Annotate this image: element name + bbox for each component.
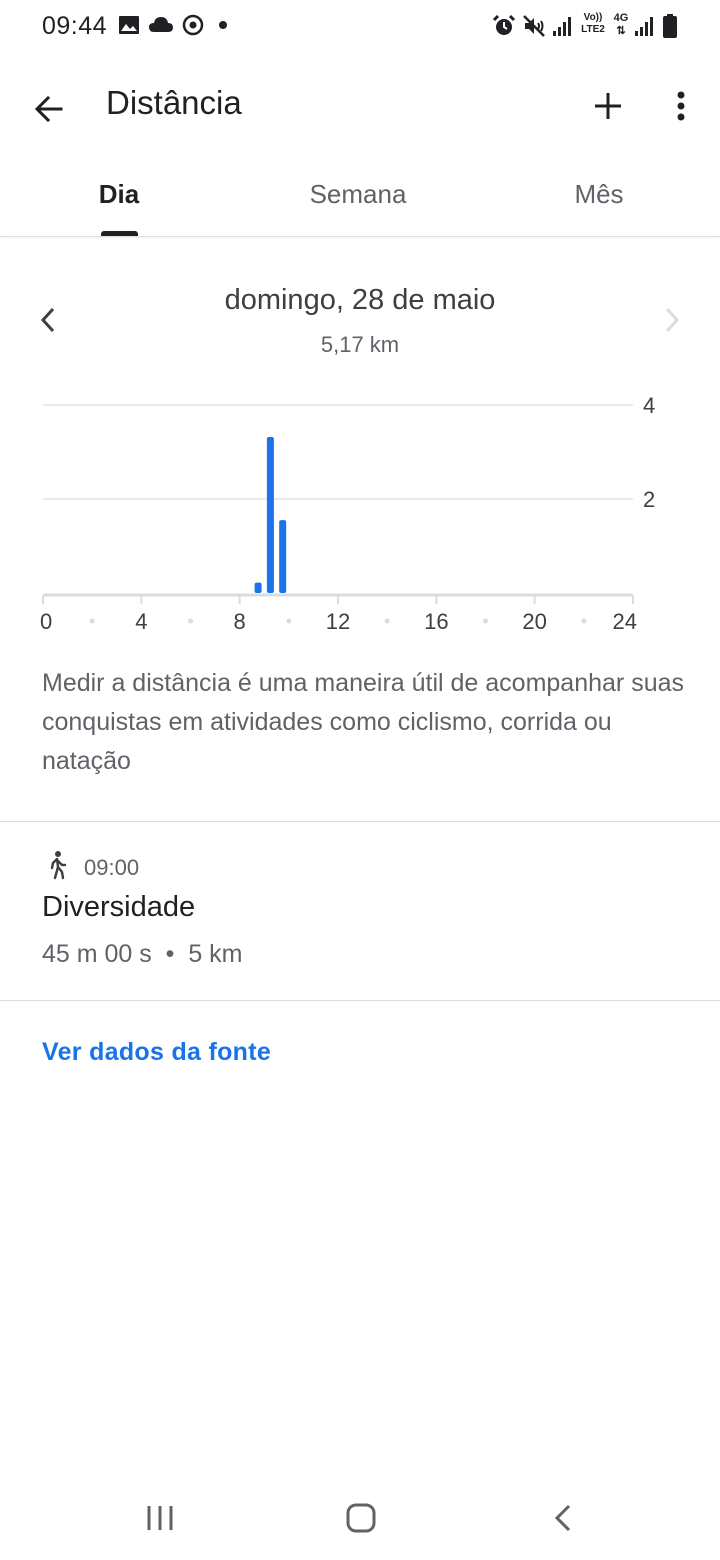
- mute-icon: [523, 15, 545, 37]
- chevron-left-icon: [554, 1504, 571, 1532]
- signal-icon: [553, 17, 571, 36]
- session-details: 45 m 00 s • 5 km: [42, 940, 243, 968]
- x-minor-tick-dot: [286, 618, 292, 624]
- home-button[interactable]: [331, 1488, 391, 1548]
- app-bar: Distância: [0, 56, 720, 152]
- distance-bar: [266, 436, 274, 593]
- status-time: 09:44: [42, 12, 108, 40]
- image-icon: [119, 16, 139, 34]
- x-tick-label: 20: [522, 609, 546, 634]
- more-options-button[interactable]: [656, 80, 706, 132]
- x-minor-tick-dot: [188, 618, 193, 624]
- target-icon: [182, 14, 204, 36]
- system-back-button[interactable]: [533, 1488, 593, 1548]
- walking-icon: [50, 851, 67, 880]
- x-tick-label: 12: [326, 609, 350, 634]
- battery-icon: [663, 14, 677, 38]
- cloud-icon: [149, 17, 173, 32]
- tab-day[interactable]: Dia: [60, 152, 178, 236]
- tab-month[interactable]: Mês: [540, 152, 658, 236]
- x-minor-tick-dot: [384, 618, 390, 624]
- x-tick-label: 8: [234, 609, 246, 634]
- signal-icon-secondary: [635, 17, 653, 36]
- x-tick-label: 16: [424, 609, 448, 634]
- volte-icon: Vo)) LTE2: [581, 12, 605, 35]
- page-title: Distância: [106, 84, 242, 121]
- x-minor-tick-dot: [483, 618, 488, 624]
- distance-bar: [254, 582, 262, 593]
- more-vert-icon: [677, 91, 685, 121]
- tab-week[interactable]: Semana: [268, 152, 448, 236]
- distance-bar: [279, 520, 287, 593]
- y-tick-label: 4: [643, 393, 655, 418]
- distance-chart: 240 4 8 12 16 20 24: [40, 393, 655, 634]
- selected-date: domingo, 28 de maio: [224, 284, 496, 316]
- network-4g-icon: 4G ⇅: [613, 12, 629, 37]
- previous-day-button[interactable]: [28, 298, 68, 342]
- chevron-right-icon: [665, 307, 680, 333]
- x-tick-label: 4: [135, 609, 147, 634]
- x-tick-label: 0: [40, 609, 52, 634]
- home-icon: [346, 1503, 376, 1533]
- recent-apps-button[interactable]: [130, 1488, 190, 1548]
- x-tick-label: 24: [613, 609, 637, 634]
- x-minor-tick-dot: [581, 618, 587, 624]
- status-bar: 09:44 Vo)) LTE2 4G ⇅: [0, 0, 720, 56]
- y-tick-label: 2: [643, 487, 655, 512]
- alarm-icon: [492, 14, 516, 35]
- metric-description: Medir a distância é uma maneira útil de …: [42, 669, 685, 775]
- x-minor-tick-dot: [89, 618, 95, 624]
- session-title[interactable]: Diversidade: [42, 891, 195, 924]
- daily-total-distance: 5,17 km: [320, 332, 400, 357]
- arrow-back-icon: [34, 95, 63, 123]
- back-button[interactable]: [22, 82, 76, 136]
- chevron-left-icon: [40, 307, 55, 333]
- active-tab-indicator: [101, 231, 138, 236]
- divider: [0, 1000, 720, 1001]
- plus-icon: [595, 93, 621, 119]
- dot-icon: [219, 21, 227, 29]
- period-tabs: Dia Semana Mês: [0, 152, 720, 237]
- next-day-button[interactable]: [652, 298, 692, 342]
- add-button[interactable]: [582, 80, 634, 132]
- view-source-data-link[interactable]: Ver dados da fonte: [42, 1038, 271, 1067]
- system-nav-bar: [0, 1470, 720, 1560]
- divider: [0, 821, 720, 822]
- recent-apps-icon: [147, 1506, 173, 1530]
- session-time: 09:00: [84, 855, 140, 880]
